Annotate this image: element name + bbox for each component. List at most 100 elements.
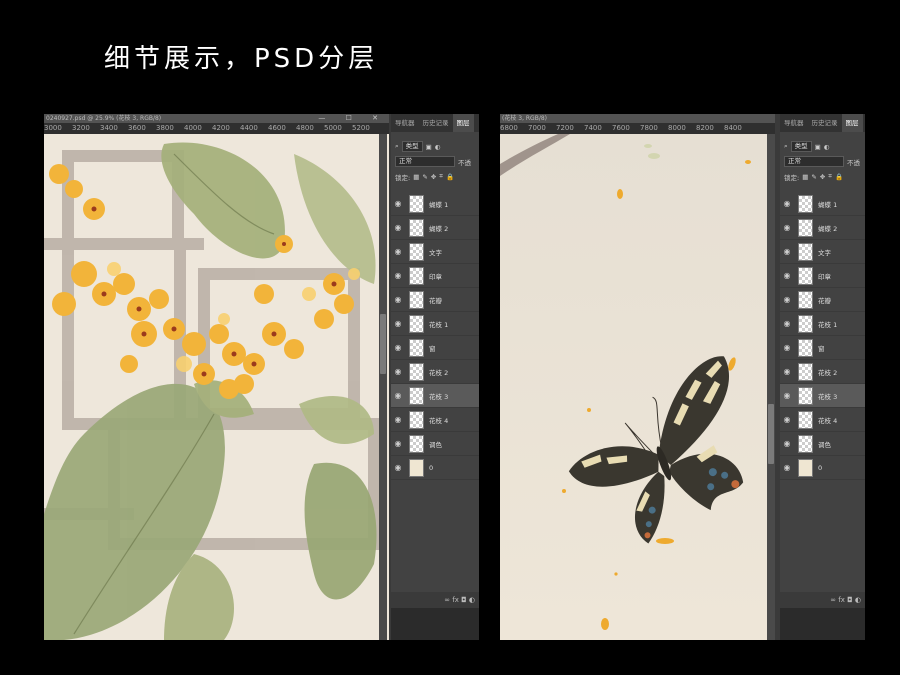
filter-kind-select[interactable]: 类型 [790, 141, 812, 152]
eye-icon[interactable]: ◉ [780, 319, 794, 328]
adjustment-filter-icon[interactable]: ◐ [824, 143, 830, 151]
layer-name: 印章 [429, 272, 442, 281]
eye-icon[interactable]: ◉ [780, 439, 794, 448]
filter-kind-select[interactable]: 类型 [401, 141, 423, 152]
ruler-tick: 4200 [212, 124, 230, 132]
layer-name: 花瓣 [429, 296, 442, 305]
eye-icon[interactable]: ◉ [391, 415, 405, 424]
eye-icon[interactable]: ◉ [391, 223, 405, 232]
eye-icon[interactable]: ◉ [780, 223, 794, 232]
filter-row: ⌕ 类型 ▣ ◐ [391, 139, 479, 154]
eye-icon[interactable]: ◉ [780, 415, 794, 424]
eye-icon[interactable]: ◉ [780, 199, 794, 208]
layer-row[interactable]: ◉ 蝴蝶 2 [391, 216, 479, 240]
layer-row[interactable]: ◉ 蝴蝶 2 [780, 216, 865, 240]
eye-icon[interactable]: ◉ [391, 439, 405, 448]
layer-row[interactable]: ◉ 花枝 4 [780, 408, 865, 432]
vertical-scrollbar[interactable] [379, 134, 387, 640]
eye-icon[interactable]: ◉ [780, 247, 794, 256]
scrollbar-thumb[interactable] [768, 404, 774, 464]
scrollbar-thumb[interactable] [380, 314, 386, 374]
layer-row[interactable]: ◉ 花瓣 [391, 288, 479, 312]
layer-row[interactable]: ◉ 文字 [780, 240, 865, 264]
document-canvas[interactable]: (花枝 3, RGB/8) 6800 7000 7200 7400 7600 7800 80… [500, 114, 775, 640]
eye-icon[interactable]: ◉ [391, 199, 405, 208]
layer-row[interactable]: ◉ 蝴蝶 1 [780, 192, 865, 216]
layer-row[interactable]: ◉ 蝴蝶 1 [391, 192, 479, 216]
move-icon[interactable]: ✥ [431, 173, 436, 181]
brush-icon[interactable]: ✎ [422, 173, 427, 181]
eye-icon[interactable]: ◉ [391, 319, 405, 328]
eye-icon[interactable]: ◉ [391, 343, 405, 352]
ruler-tick: 5000 [324, 124, 342, 132]
eye-icon[interactable]: ◉ [391, 247, 405, 256]
eye-icon[interactable]: ◉ [391, 367, 405, 376]
layer-row[interactable]: ◉ 窗 [391, 336, 479, 360]
layer-row[interactable]: ◉ 调色 [780, 432, 865, 456]
layer-row-selected[interactable]: ◉ 花枝 3 [391, 384, 479, 408]
eye-icon[interactable]: ◉ [391, 391, 405, 400]
eye-icon[interactable]: ◉ [780, 391, 794, 400]
layer-row-selected[interactable]: ◉ 花枝 3 [780, 384, 865, 408]
window-controls[interactable]: — ☐ ✕ [318, 114, 387, 123]
layer-thumbnail [409, 434, 424, 453]
tab-navigator[interactable]: 导航器 [780, 114, 808, 132]
layer-name: 文字 [429, 248, 442, 257]
crop-icon[interactable]: ⌗ [828, 172, 832, 181]
tab-history[interactable]: 历史记录 [419, 114, 453, 132]
layer-row[interactable]: ◉ 0 [780, 456, 865, 480]
layer-thumbnail [409, 218, 424, 237]
tab-history[interactable]: 历史记录 [808, 114, 842, 132]
eye-icon[interactable]: ◉ [391, 271, 405, 280]
tab-layers[interactable]: 图层 [452, 114, 474, 132]
move-icon[interactable]: ✥ [820, 173, 825, 181]
tab-navigator[interactable]: 导航器 [391, 114, 419, 132]
document-canvas[interactable]: 0240927.psd @ 25.9% (花枝 3, RGB/8) 3000 32… [44, 114, 389, 640]
adjustment-filter-icon[interactable]: ◐ [435, 143, 441, 151]
layer-name: 调色 [818, 440, 831, 449]
layer-row[interactable]: ◉ 窗 [780, 336, 865, 360]
layer-row[interactable]: ◉ 花枝 4 [391, 408, 479, 432]
eye-icon[interactable]: ◉ [780, 343, 794, 352]
layer-thumbnail [409, 362, 424, 381]
vertical-scrollbar[interactable] [767, 134, 775, 640]
ruler-tick: 7600 [612, 124, 630, 132]
image-filter-icon[interactable]: ▣ [815, 143, 821, 151]
footer-icons[interactable]: ∞ fx ◘ ◐ [444, 596, 475, 604]
layer-row[interactable]: ◉ 文字 [391, 240, 479, 264]
lock-icon[interactable]: 🔒 [446, 173, 454, 181]
footer-icons[interactable]: ∞ fx ◘ ◐ [830, 596, 861, 604]
layer-row[interactable]: ◉ 印章 [780, 264, 865, 288]
layer-row[interactable]: ◉ 0 [391, 456, 479, 480]
eye-icon[interactable]: ◉ [780, 271, 794, 280]
ruler-tick: 7200 [556, 124, 574, 132]
layer-thumbnail [798, 458, 813, 477]
layer-row[interactable]: ◉ 花枝 1 [780, 312, 865, 336]
eye-icon[interactable]: ◉ [780, 295, 794, 304]
blend-mode-select[interactable]: 正常 [784, 156, 844, 167]
eye-icon[interactable]: ◉ [780, 463, 794, 472]
eye-icon[interactable]: ◉ [391, 295, 405, 304]
layer-row[interactable]: ◉ 花枝 2 [391, 360, 479, 384]
tab-layers[interactable]: 图层 [841, 114, 863, 132]
layer-row[interactable]: ◉ 花枝 1 [391, 312, 479, 336]
layer-row[interactable]: ◉ 花瓣 [780, 288, 865, 312]
blend-mode-select[interactable]: 正常 [395, 156, 455, 167]
ruler-tick: 3000 [44, 124, 62, 132]
layer-row[interactable]: ◉ 调色 [391, 432, 479, 456]
lock-pixels-icon[interactable]: ▦ [802, 173, 808, 181]
brush-icon[interactable]: ✎ [811, 173, 816, 181]
eye-icon[interactable]: ◉ [780, 367, 794, 376]
layer-name: 印章 [818, 272, 831, 281]
layer-thumbnail [409, 338, 424, 357]
image-filter-icon[interactable]: ▣ [426, 143, 432, 151]
lock-label: 锁定: [395, 173, 411, 182]
lock-icon[interactable]: 🔒 [835, 173, 843, 181]
crop-icon[interactable]: ⌗ [439, 172, 443, 181]
layer-row[interactable]: ◉ 印章 [391, 264, 479, 288]
lock-pixels-icon[interactable]: ▦ [413, 173, 419, 181]
layer-name: 花枝 1 [429, 320, 449, 329]
eye-icon[interactable]: ◉ [391, 463, 405, 472]
layer-row[interactable]: ◉ 花枝 2 [780, 360, 865, 384]
lock-row: 锁定: ▦ ✎ ✥ ⌗ 🔒 [391, 169, 479, 184]
